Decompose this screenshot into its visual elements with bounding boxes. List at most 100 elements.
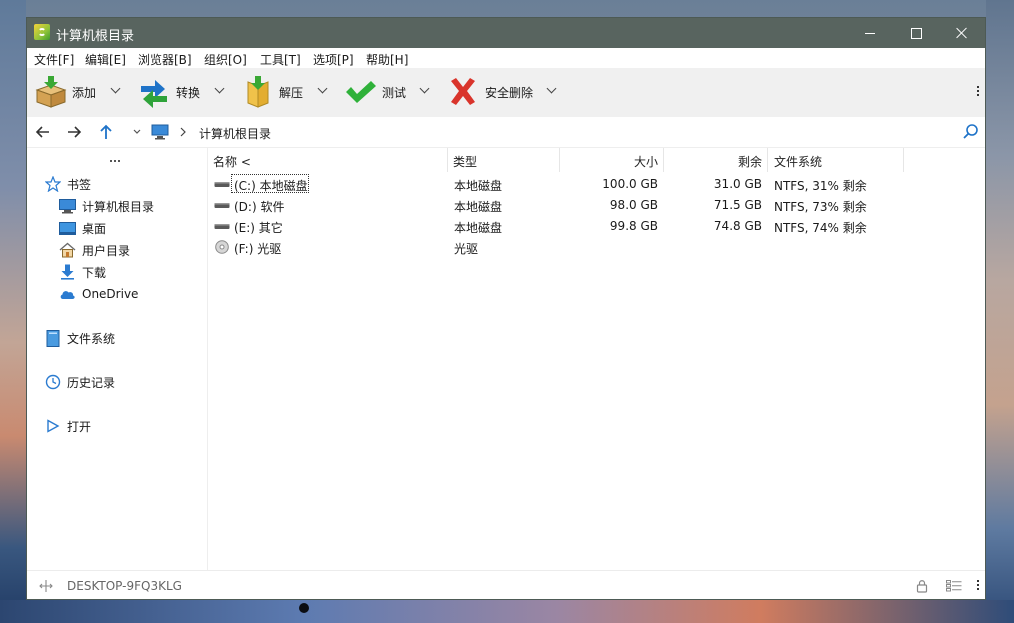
drive-name: (E:) 其它 — [234, 221, 283, 235]
desktop-wallpaper-right — [986, 0, 1014, 623]
desktop-wallpaper-bottom — [0, 600, 1014, 623]
test-dropdown-icon[interactable] — [419, 83, 430, 94]
home-icon — [59, 242, 76, 258]
menu-edit[interactable]: 编辑[E] — [85, 51, 126, 68]
drive-type: 本地磁盘 — [454, 200, 503, 214]
drive-type: 本地磁盘 — [454, 179, 503, 193]
statusbar-more-icon[interactable] — [977, 580, 980, 590]
table-row[interactable]: (D:) 软件 本地磁盘 98.0 GB 71.5 GB NTFS, 73% 剩… — [208, 195, 985, 216]
sidebar-item-label: 用户目录 — [82, 243, 131, 258]
convert-icon — [141, 80, 167, 108]
title-bar[interactable]: 计算机根目录 — [27, 18, 985, 48]
menu-help[interactable]: 帮助[H] — [366, 51, 408, 68]
table-row[interactable]: (C:) 本地磁盘 本地磁盘 100.0 GB 31.0 GB NTFS, 31… — [208, 174, 985, 195]
menu-file[interactable]: 文件[F] — [34, 51, 74, 68]
monitor-icon — [59, 198, 76, 213]
checkmark-icon — [346, 81, 376, 103]
sidebar-item-downloads[interactable]: 下载 — [59, 263, 106, 281]
column-header-type[interactable]: 类型 — [448, 148, 560, 172]
search-icon[interactable] — [962, 123, 980, 141]
column-header-free[interactable]: 剩余 — [664, 148, 768, 172]
sidebar-bookmarks[interactable]: 书签 — [45, 175, 91, 193]
sidebar-item-user-home[interactable]: 用户目录 — [59, 241, 130, 259]
sidebar-item-desktop[interactable]: 桌面 — [59, 219, 106, 237]
sidebar-history[interactable]: 历史记录 — [45, 373, 115, 391]
minimize-button[interactable] — [847, 18, 893, 48]
cloud-icon — [60, 291, 75, 299]
up-icon[interactable] — [97, 123, 115, 141]
sidebar-filesystem[interactable]: 文件系统 — [45, 329, 115, 347]
file-system-icon — [46, 329, 60, 347]
maximize-button[interactable] — [893, 18, 939, 48]
minimize-icon — [865, 32, 875, 34]
address-path[interactable]: 计算机根目录 — [199, 125, 271, 142]
sidebar-item-label: 计算机根目录 — [82, 199, 155, 214]
menu-options[interactable]: 选项[P] — [313, 51, 354, 68]
extract-dropdown-icon[interactable] — [317, 83, 328, 94]
drive-free: 31.0 GB — [713, 177, 762, 191]
menu-tools[interactable]: 工具[T] — [260, 51, 301, 68]
secure-delete-dropdown-icon[interactable] — [546, 83, 557, 94]
breadcrumb-separator-icon — [180, 127, 186, 137]
extract-label: 解压 — [279, 86, 304, 100]
test-label: 测试 — [382, 86, 407, 100]
app-window: 计算机根目录 文件[F] 编辑[E] 浏览器[B] 组织[O] 工具[T] 选项… — [26, 17, 986, 600]
toolbar-more-icon[interactable] — [977, 86, 980, 96]
add-archive-icon — [35, 76, 67, 108]
download-icon — [61, 264, 74, 280]
menu-browser[interactable]: 浏览器[B] — [138, 51, 192, 68]
add-label: 添加 — [72, 86, 97, 100]
add-dropdown-icon[interactable] — [110, 83, 121, 94]
drive-size: 98.0 GB — [609, 198, 658, 212]
star-icon — [45, 176, 61, 192]
drive-name: (F:) 光驱 — [234, 242, 282, 256]
sidebar-item-onedrive[interactable]: OneDrive — [59, 285, 138, 303]
app-logo-icon — [34, 24, 50, 40]
sidebar-item-label: OneDrive — [82, 287, 139, 301]
sidebar-open[interactable]: 打开 — [45, 417, 91, 435]
address-bar: 计算机根目录 — [27, 117, 985, 148]
hard-drive-icon — [214, 182, 230, 187]
drive-filesystem: NTFS, 31% 剩余 — [774, 179, 867, 193]
sidebar-item-label: 下载 — [82, 265, 107, 280]
table-row[interactable]: (F:) 光驱 光驱 — [208, 237, 985, 258]
drive-filesystem: NTFS, 74% 剩余 — [774, 221, 867, 235]
drive-size: 100.0 GB — [602, 177, 658, 191]
desktop-wallpaper-left — [0, 0, 26, 623]
file-list: 名称 < 类型 大小 剩余 文件系统 (C:) 本地磁盘 本地磁盘 100.0 … — [208, 148, 985, 570]
close-button[interactable] — [939, 18, 985, 48]
toolbar: 添加 转换 解压 测试 安全删除 — [27, 68, 985, 117]
sidebar-bookmarks-label: 书签 — [67, 177, 92, 192]
extract-icon — [247, 76, 269, 108]
desktop-wallpaper-detail — [299, 603, 309, 613]
delete-x-icon — [451, 78, 475, 105]
sidebar-item-label: 桌面 — [82, 221, 107, 236]
drive-filesystem: NTFS, 73% 剩余 — [774, 200, 867, 214]
drive-name: (D:) 软件 — [234, 200, 285, 214]
column-header-filesystem[interactable]: 文件系统 — [768, 148, 904, 172]
convert-label: 转换 — [176, 86, 201, 100]
forward-icon[interactable] — [65, 123, 83, 141]
column-header-size[interactable]: 大小 — [560, 148, 664, 172]
drive-size: 99.8 GB — [609, 219, 658, 233]
drive-free: 71.5 GB — [713, 198, 762, 212]
history-dropdown-icon[interactable] — [132, 127, 142, 137]
monitor-icon — [151, 124, 169, 140]
hard-drive-icon — [214, 224, 230, 229]
table-row[interactable]: (E:) 其它 本地磁盘 99.8 GB 74.8 GB NTFS, 74% 剩… — [208, 216, 985, 237]
details-view-icon[interactable] — [946, 580, 962, 592]
back-icon[interactable] — [34, 123, 52, 141]
menu-bar: 文件[F] 编辑[E] 浏览器[B] 组织[O] 工具[T] 选项[P] 帮助[… — [27, 48, 985, 68]
sidebar-open-label: 打开 — [67, 419, 92, 434]
clock-icon — [45, 374, 61, 390]
lock-icon[interactable] — [916, 579, 928, 593]
drive-type: 本地磁盘 — [454, 221, 503, 235]
menu-organize[interactable]: 组织[O] — [204, 51, 247, 68]
sidebar-item-computer-root[interactable]: 计算机根目录 — [59, 197, 154, 215]
convert-dropdown-icon[interactable] — [214, 83, 225, 94]
drive-free: 74.8 GB — [713, 219, 762, 233]
optical-drive-icon — [215, 240, 229, 254]
column-header-name[interactable]: 名称 < — [208, 148, 448, 172]
play-icon — [47, 419, 60, 433]
sidebar-more-icon[interactable] — [110, 160, 120, 162]
